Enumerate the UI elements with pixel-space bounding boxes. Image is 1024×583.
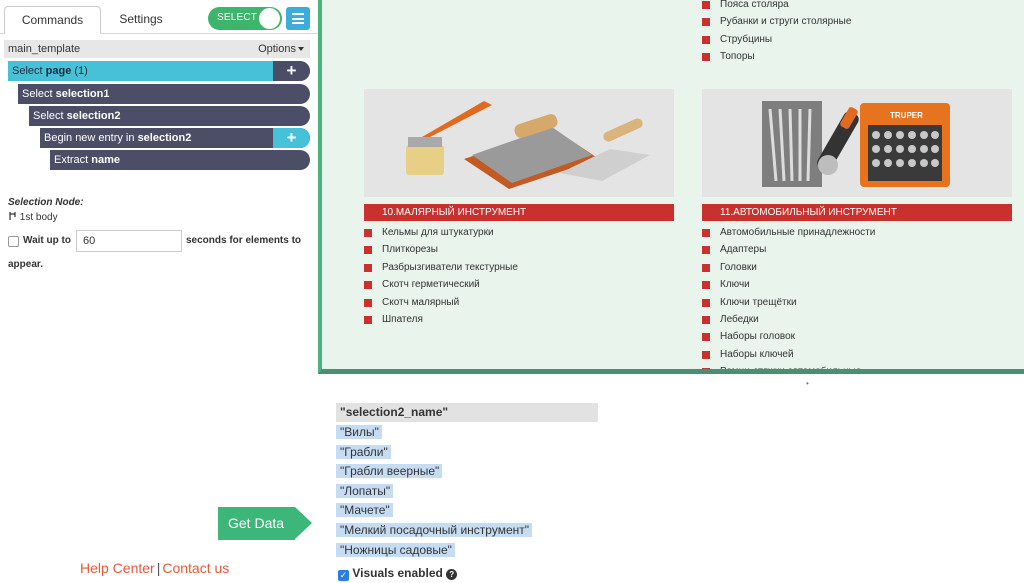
list-item[interactable]: Скотч герметический bbox=[364, 276, 674, 293]
visuals-checkbox[interactable]: ✓ bbox=[338, 570, 349, 581]
painting-tools-illustration bbox=[406, 101, 650, 189]
command-extract-name[interactable]: Extract name bbox=[50, 150, 310, 170]
data-row: "Грабли" bbox=[336, 444, 532, 461]
wait-label: Wait up to bbox=[23, 235, 71, 246]
list-item[interactable]: Ремни-стяжки автомобильные bbox=[702, 363, 1012, 369]
command-text: Extract name bbox=[54, 154, 121, 166]
options-label: Options bbox=[258, 43, 296, 55]
category-card-painting: 10.МАЛЯРНЫЙ ИНСТРУМЕНТ Кельмы для штукат… bbox=[364, 89, 674, 328]
selection-node-title: Selection Node: bbox=[8, 197, 84, 208]
hamburger-icon-line bbox=[292, 22, 304, 24]
visuals-enabled-option: ✓ Visuals enabled ? bbox=[338, 566, 458, 581]
list-item[interactable]: Кельмы для штукатурки bbox=[364, 224, 674, 241]
list-item[interactable]: Рубанки и струги столярные bbox=[702, 13, 851, 30]
get-data-button[interactable]: Get Data bbox=[218, 507, 312, 540]
list-item[interactable]: Шпателя bbox=[364, 311, 674, 328]
category-title[interactable]: 10.МАЛЯРНЫЙ ИНСТРУМЕНТ bbox=[364, 204, 674, 221]
footer-separator: | bbox=[156, 560, 161, 576]
template-name[interactable]: main_template bbox=[8, 40, 80, 58]
list-item[interactable]: Топоры bbox=[702, 48, 851, 65]
list-item[interactable]: Головки bbox=[702, 259, 1012, 276]
data-row: "Ножницы садовые" bbox=[336, 542, 532, 559]
tab-settings[interactable]: Settings bbox=[101, 6, 181, 34]
hamburger-icon bbox=[292, 13, 304, 15]
data-output-panel: • "selection2_name" "Вилы" "Грабли" "Гра… bbox=[318, 379, 1024, 583]
category-title[interactable]: 11.АВТОМОБИЛЬНЫЙ ИНСТРУМЕНТ bbox=[702, 204, 1012, 221]
hamburger-icon-line bbox=[292, 17, 304, 20]
help-icon[interactable]: ? bbox=[446, 569, 458, 580]
data-row: "Вилы" bbox=[336, 424, 532, 441]
selection-node-info: Selection Node: 1st body bbox=[8, 195, 84, 225]
list-item[interactable]: Адаптеры bbox=[702, 241, 1012, 258]
data-row: "Грабли веерные" bbox=[336, 463, 532, 480]
page-preview[interactable]: Пояса столяра Рубанки и струги столярные… bbox=[318, 0, 1024, 374]
template-bar: main_template Options bbox=[4, 40, 310, 58]
toggle-knob bbox=[259, 8, 280, 29]
list-item[interactable]: Струбцины bbox=[702, 31, 851, 48]
selection-node-value: 1st body bbox=[8, 210, 84, 225]
help-center-link[interactable]: Help Center bbox=[80, 560, 155, 576]
app-root: Commands Settings SELECT main_template O… bbox=[0, 0, 1024, 583]
automotive-tools-illustration: TRUPER bbox=[762, 101, 950, 187]
command-select-selection2[interactable]: Select selection2 bbox=[29, 106, 310, 126]
options-dropdown[interactable]: Options bbox=[258, 40, 304, 58]
list-item[interactable]: Плиткорезы bbox=[364, 241, 674, 258]
data-rows: "Вилы" "Грабли" "Грабли веерные" "Лопаты… bbox=[336, 424, 532, 561]
wait-suffix-label: seconds for elements to bbox=[186, 235, 302, 246]
automotive-tools-image[interactable]: TRUPER bbox=[702, 89, 1012, 197]
column-header: "selection2_name" bbox=[336, 403, 598, 422]
list-item[interactable]: Наборы ключей bbox=[702, 346, 1012, 363]
contact-us-link[interactable]: Contact us bbox=[162, 560, 229, 576]
caret-down-icon bbox=[298, 47, 304, 52]
wait-suffix-label-2: appear. bbox=[8, 259, 44, 270]
tab-bar: Commands Settings SELECT bbox=[0, 0, 318, 34]
menu-button[interactable] bbox=[286, 7, 310, 30]
footer-links: Help Center | Contact us bbox=[80, 560, 229, 576]
list-item[interactable]: Автомобильные принадлежности bbox=[702, 224, 1012, 241]
command-panel: Commands Settings SELECT main_template O… bbox=[0, 0, 318, 583]
command-select-selection1[interactable]: Select selection1 bbox=[18, 84, 310, 104]
add-command-plus-icon[interactable]: + bbox=[273, 61, 310, 81]
wait-seconds-input[interactable]: 60 bbox=[76, 230, 182, 252]
list-item[interactable]: Скотч малярный bbox=[364, 294, 674, 311]
resize-handle-icon[interactable]: • bbox=[806, 379, 809, 388]
data-row: "Лопаты" bbox=[336, 483, 532, 500]
category-list-top: Пояса столяра Рубанки и струги столярные… bbox=[702, 0, 851, 66]
tree-icon bbox=[9, 212, 16, 220]
command-text: Select selection1 bbox=[22, 88, 110, 100]
painting-tools-image[interactable] bbox=[364, 89, 674, 197]
tab-commands[interactable]: Commands bbox=[4, 6, 101, 34]
command-text: Select page (1) bbox=[12, 65, 88, 77]
list-item[interactable]: Ключи трещётки bbox=[702, 294, 1012, 311]
add-command-plus-icon[interactable]: + bbox=[273, 128, 310, 148]
list-item[interactable]: Лебедки bbox=[702, 311, 1012, 328]
command-text: Begin new entry in selection2 bbox=[44, 132, 192, 144]
wait-checkbox[interactable] bbox=[8, 236, 19, 247]
category-card-automotive: TRUPER 11.АВТОМОБИЛЬНЫЙ ИНСТРУМЕНТ Автом… bbox=[702, 89, 1012, 369]
list-item[interactable]: Разбрызгиватели текстурные bbox=[364, 259, 674, 276]
list-item[interactable]: Наборы головок bbox=[702, 328, 1012, 345]
command-begin-new-entry[interactable]: Begin new entry in selection2 + bbox=[40, 128, 310, 148]
select-toggle[interactable]: SELECT bbox=[208, 7, 282, 30]
visuals-label: Visuals enabled bbox=[352, 566, 443, 580]
command-text: Select selection2 bbox=[33, 110, 121, 122]
select-toggle-label: SELECT bbox=[217, 12, 258, 23]
command-select-page[interactable]: Select page (1) + bbox=[8, 61, 310, 81]
list-item[interactable]: Пояса столяра bbox=[702, 0, 851, 13]
list-item[interactable]: Ключи bbox=[702, 276, 1012, 293]
brand-logo-text: TRUPER bbox=[890, 111, 923, 120]
data-row: "Мачете" bbox=[336, 502, 532, 519]
data-row: "Мелкий посадочный инструмент" bbox=[336, 522, 532, 539]
